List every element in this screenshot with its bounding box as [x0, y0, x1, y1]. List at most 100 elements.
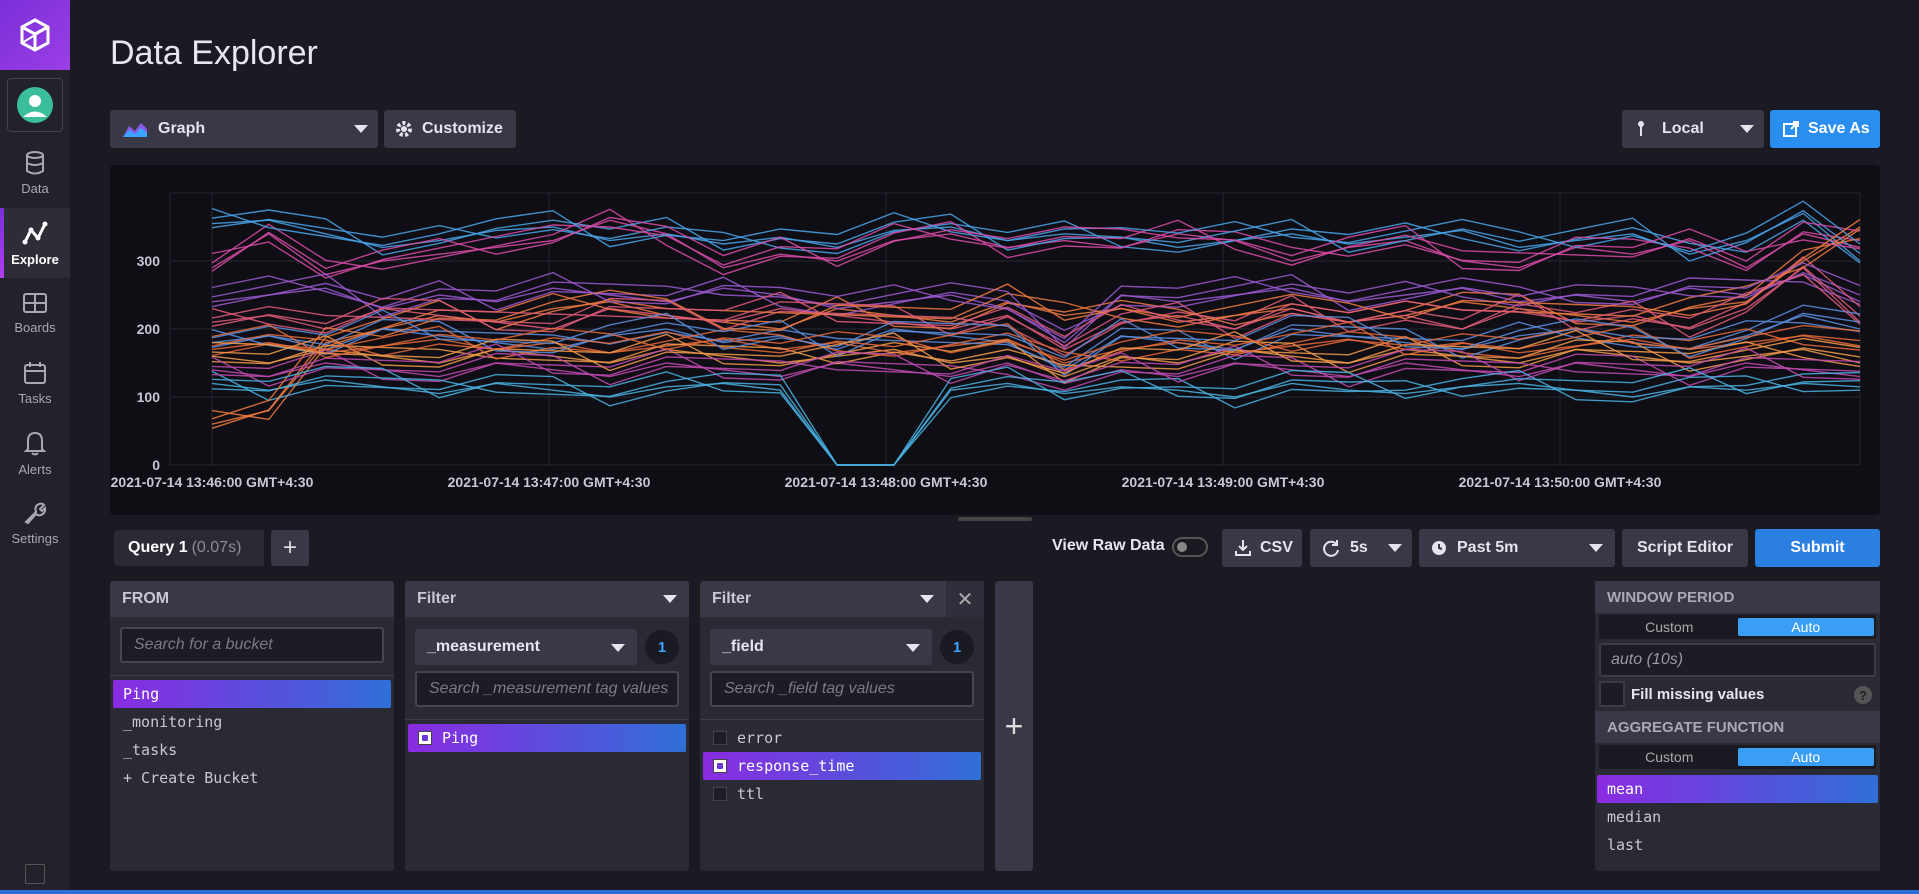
tag-value-search-input[interactable]: Search _measurement tag values [415, 671, 679, 707]
export-icon [1783, 121, 1799, 137]
aggregate-item[interactable]: median [1597, 803, 1878, 831]
time-range-label: Past 5m [1457, 539, 1519, 556]
custom-option[interactable]: Custom [1601, 618, 1738, 636]
script-editor-button[interactable]: Script Editor [1622, 529, 1748, 567]
save-as-button[interactable]: Save As [1770, 110, 1880, 148]
plus-icon: + [1004, 707, 1024, 744]
clock-icon [1432, 541, 1446, 555]
gear-icon [396, 121, 412, 137]
nav-item-explore[interactable]: Explore [0, 208, 70, 278]
explore-icon [22, 221, 48, 244]
tag-key-dropdown[interactable]: _field [710, 629, 932, 665]
fill-missing-row[interactable]: Fill missing values ? [1599, 681, 1876, 707]
auto-option[interactable]: Auto [1737, 748, 1874, 766]
nav-item-boards[interactable]: Boards [0, 278, 70, 348]
user-avatar[interactable] [7, 78, 63, 132]
resize-handle[interactable] [958, 517, 1032, 521]
window-period-header: WINDOW PERIOD [1595, 581, 1880, 613]
time-range-dropdown[interactable]: Past 5m [1419, 529, 1615, 567]
boards-icon [23, 292, 47, 313]
nav-label: Alerts [18, 461, 52, 477]
chevron-down-icon [906, 644, 920, 652]
view-raw-data-toggle[interactable] [1172, 537, 1208, 557]
aggregate-item[interactable]: last [1597, 831, 1878, 859]
bucket-item[interactable]: Ping [113, 680, 391, 708]
close-icon[interactable]: ✕ [946, 581, 984, 617]
selected-count-badge: 1 [940, 630, 974, 664]
add-query-button[interactable]: + [271, 530, 309, 566]
script-editor-label: Script Editor [1636, 539, 1733, 556]
avatar-icon [17, 87, 53, 123]
tag-value-item[interactable]: error [703, 724, 981, 752]
nav-item-settings[interactable]: Settings [0, 488, 70, 558]
divider [700, 719, 984, 720]
view-raw-data-label: View Raw Data [1052, 537, 1165, 554]
custom-option[interactable]: Custom [1601, 748, 1738, 766]
line-chart: 0 100 200 300 2021-07-14 13:46:00 GMT+4:30 20… [111, 192, 1861, 490]
graph-type-dropdown[interactable]: Graph [110, 110, 378, 148]
tag-value-search-input[interactable]: Search _field tag values [710, 671, 974, 707]
bucket-item[interactable]: _tasks [113, 736, 391, 764]
chevron-down-icon [1740, 125, 1754, 133]
collapse-sidebar-icon[interactable] [25, 864, 45, 884]
download-icon [1235, 540, 1251, 556]
csv-button[interactable]: CSV [1222, 529, 1302, 567]
aggregate-item[interactable]: mean [1597, 775, 1878, 803]
query-tab[interactable]: Query 1 (0.07s) [114, 530, 264, 566]
y-tick-label: 200 [137, 321, 161, 337]
nav-item-tasks[interactable]: Tasks [0, 348, 70, 418]
tag-key-dropdown[interactable]: _measurement [415, 629, 637, 665]
tag-value-item[interactable]: Ping [408, 724, 686, 752]
from-header: FROM [110, 581, 394, 617]
save-as-label: Save As [1808, 120, 1870, 137]
filter-header[interactable]: Filter ✕ [700, 581, 984, 617]
tag-key-label: _measurement [427, 638, 540, 655]
bucket-item[interactable]: _monitoring [113, 708, 391, 736]
tag-value-item[interactable]: response_time [703, 752, 981, 780]
nav-item-alerts[interactable]: Alerts [0, 418, 70, 488]
chevron-down-icon [354, 125, 368, 133]
customize-label: Customize [422, 120, 503, 137]
series-line [211, 262, 1861, 340]
divider [405, 719, 689, 720]
checkbox-icon [713, 759, 727, 773]
auto-option[interactable]: Auto [1737, 618, 1874, 636]
refresh-icon [1323, 540, 1339, 557]
submit-button[interactable]: Submit [1755, 529, 1880, 567]
query-tab-label: Query 1 [128, 539, 188, 556]
pin-icon [1638, 121, 1644, 136]
create-bucket-item[interactable]: + Create Bucket [113, 764, 391, 792]
autorefresh-dropdown[interactable]: 5s [1310, 529, 1412, 567]
nav-label: Data [21, 180, 49, 196]
fill-missing-checkbox[interactable] [1599, 681, 1625, 707]
submit-label: Submit [1790, 539, 1845, 556]
bucket-search-input[interactable]: Search for a bucket [120, 627, 384, 663]
fill-missing-label: Fill missing values [1631, 685, 1765, 703]
timezone-dropdown[interactable]: Local [1622, 110, 1764, 148]
y-tick-label: 0 [152, 457, 160, 473]
nav-label: Boards [14, 319, 56, 335]
nav-item-data[interactable]: Data [0, 138, 70, 208]
status-bar [0, 890, 1919, 894]
filter-header[interactable]: Filter [405, 581, 689, 617]
help-icon[interactable]: ? [1854, 686, 1872, 704]
nav-label: Tasks [18, 390, 52, 406]
influxdb-logo[interactable] [0, 0, 70, 70]
customize-button[interactable]: Customize [384, 110, 516, 148]
add-filter-button[interactable]: + [995, 581, 1033, 871]
aggregate-toggle: Custom Auto [1599, 745, 1876, 769]
divider [110, 675, 394, 676]
window-period-input[interactable]: auto (10s) [1599, 643, 1876, 677]
bell-icon [24, 431, 46, 455]
x-tick-label: 2021-07-14 13:49:00 GMT+4:30 [1122, 474, 1325, 490]
tag-value-label: Ping [442, 729, 479, 747]
tag-value-label: response_time [737, 757, 855, 775]
series-line [211, 369, 1861, 466]
chevron-down-icon [663, 595, 677, 603]
cube-logo-icon [20, 18, 50, 52]
filter-header-label: Filter [712, 590, 752, 607]
page-title: Data Explorer [110, 34, 318, 72]
graph-area-icon [123, 123, 147, 137]
graph-panel[interactable]: 0 100 200 300 2021-07-14 13:46:00 GMT+4:30 20… [110, 165, 1880, 515]
tag-value-item[interactable]: ttl [703, 780, 981, 808]
